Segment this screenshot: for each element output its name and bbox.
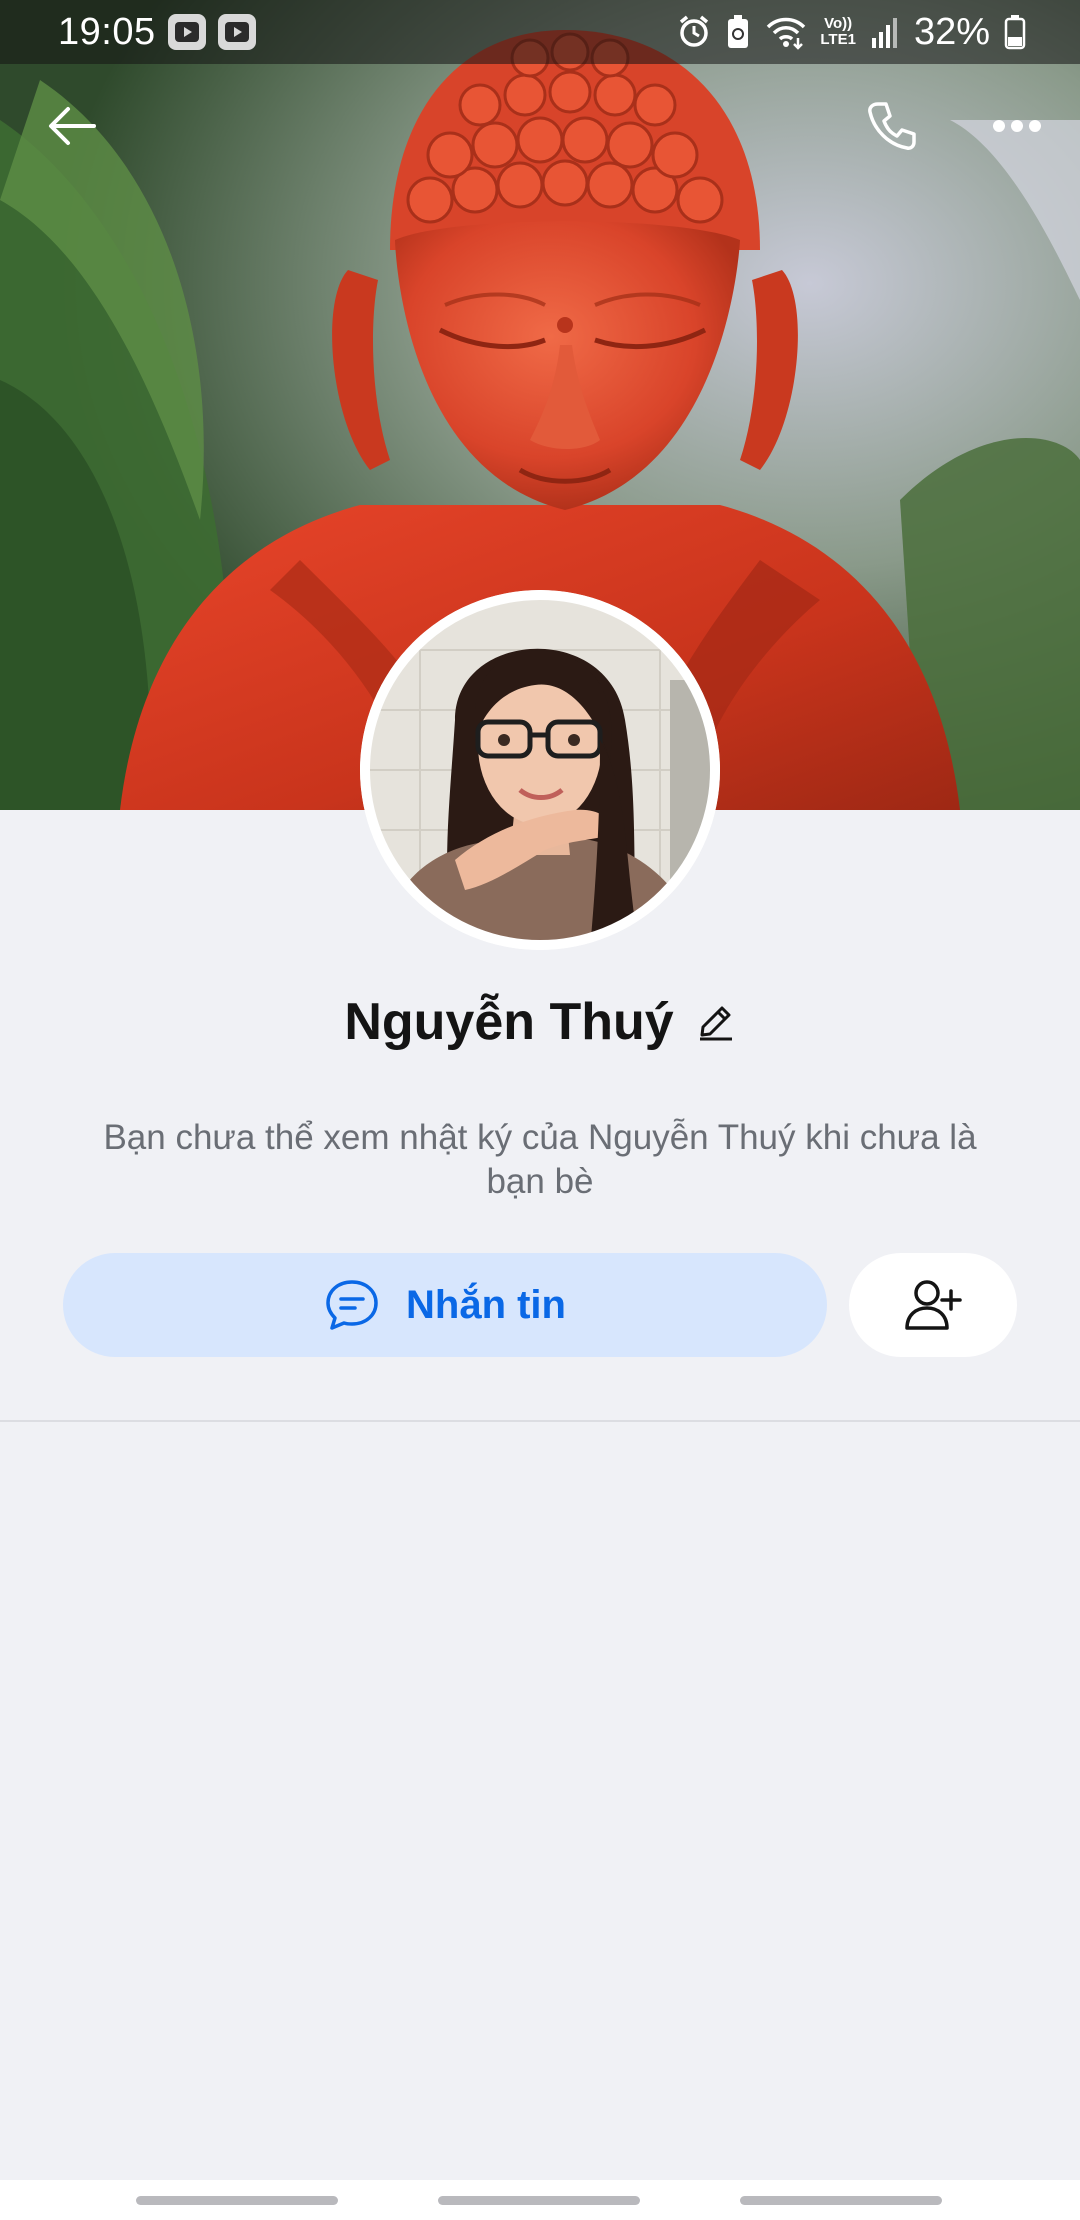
- edit-pencil-icon[interactable]: [696, 1002, 736, 1042]
- privacy-notice: Bạn chưa thể xem nhật ký của Nguyễn Thuý…: [103, 1118, 977, 1201]
- message-button-label: Nhắn tin: [406, 1282, 566, 1327]
- nav-home-handle[interactable]: [438, 2196, 640, 2205]
- nav-recent-handle[interactable]: [136, 2196, 338, 2205]
- network-type: Vo)) LTE1: [820, 15, 856, 48]
- more-icon: [993, 120, 1041, 132]
- profile-screen: 19:05 Vo)) LTE1 32% Nguyễn Thuý Bạn chưa…: [0, 0, 1080, 2220]
- more-options-button[interactable]: [981, 90, 1053, 162]
- section-divider: [0, 1420, 1080, 1422]
- chat-bubble-icon: [326, 1280, 378, 1330]
- wifi-icon: [767, 17, 806, 50]
- battery-percent: 32%: [913, 11, 990, 53]
- add-user-icon: [905, 1280, 962, 1330]
- recycle-battery-icon: [728, 15, 749, 48]
- battery-icon: [1004, 15, 1026, 50]
- video-app-icon: [218, 14, 256, 50]
- nav-back-handle[interactable]: [740, 2196, 942, 2205]
- alarm-icon: [680, 15, 709, 47]
- back-arrow-icon: [49, 107, 96, 145]
- message-button[interactable]: Nhắn tin: [63, 1253, 827, 1357]
- status-bar: 19:05 Vo)) LTE1 32%: [0, 0, 1080, 64]
- phone-icon: [868, 102, 916, 150]
- status-indicators: Vo)) LTE1 32%: [662, 10, 1026, 54]
- profile-avatar[interactable]: [360, 590, 720, 950]
- profile-name: Nguyễn Thuý: [344, 993, 674, 1051]
- system-nav-bar: [0, 2180, 1080, 2220]
- add-friend-button[interactable]: [849, 1253, 1017, 1357]
- signal-icon: [871, 18, 897, 48]
- back-button[interactable]: [36, 90, 108, 162]
- status-time: 19:05: [58, 11, 156, 53]
- profile-name-row: Nguyễn Thuý: [0, 985, 1080, 1059]
- video-app-icon: [168, 14, 206, 50]
- call-button[interactable]: [856, 90, 928, 162]
